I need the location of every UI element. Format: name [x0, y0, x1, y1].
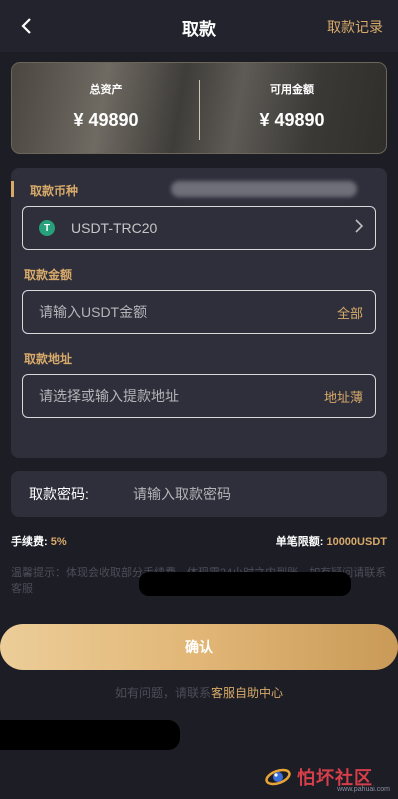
customer-service-link[interactable]: 客服自助中心	[211, 686, 283, 700]
redaction-bar	[139, 572, 351, 596]
total-assets-value: ¥ 49890	[73, 110, 139, 130]
address-input[interactable]: 请选择或输入提款地址 地址薄	[22, 374, 376, 418]
total-assets: 总资产 ¥ 49890	[31, 81, 181, 131]
fee-row: 手续费: 5% 单笔限额: 10000USDT	[11, 533, 387, 549]
withdraw-records-link[interactable]: 取款记录	[327, 17, 383, 37]
fee-info: 手续费: 5%	[11, 533, 67, 549]
usdt-coin-icon: T	[39, 220, 55, 236]
address-label: 取款地址	[24, 352, 73, 366]
top-bar: 取款 取款记录	[0, 0, 398, 52]
password-input[interactable]	[133, 486, 353, 502]
limit-value: 10000USDT	[326, 536, 387, 548]
all-amount-button[interactable]: 全部	[337, 303, 363, 322]
address-placeholder: 请选择或输入提款地址	[39, 388, 179, 404]
blurred-text	[171, 181, 357, 197]
fee-value: 5%	[50, 536, 67, 548]
help-prefix: 如有问题，请联系	[114, 686, 211, 700]
redaction-bar	[0, 720, 180, 750]
password-label: 取款密码:	[29, 486, 89, 502]
help-line: 如有问题，请联系客服自助中心	[0, 684, 398, 701]
available-balance-label: 可用金额	[270, 84, 314, 96]
amount-label: 取款金额	[24, 268, 73, 282]
total-assets-label: 总资产	[89, 84, 123, 96]
address-book-button[interactable]: 地址薄	[324, 387, 363, 406]
password-row: 取款密码:	[11, 471, 387, 517]
currency-select[interactable]: T USDT-TRC20	[22, 206, 376, 250]
limit-label: 单笔限额:	[275, 536, 324, 548]
confirm-button[interactable]: 确认	[0, 624, 398, 670]
amount-input[interactable]: 请输入USDT金额 全部	[22, 290, 376, 334]
chevron-right-icon	[355, 218, 364, 238]
balance-divider	[199, 80, 200, 140]
available-balance-value: ¥ 49890	[259, 110, 325, 130]
limit-info: 单笔限额: 10000USDT	[276, 533, 387, 549]
fee-label: 手续费:	[11, 536, 48, 548]
balance-card: 总资产 ¥ 49890 可用金额 ¥ 49890	[11, 62, 387, 154]
watermark-logo: 怕坏社区 www.pahuai.com	[265, 762, 390, 793]
watermark-url: www.pahuai.com	[337, 786, 390, 793]
amount-placeholder: 请输入USDT金额	[39, 304, 148, 320]
section-accent-bar	[11, 181, 14, 197]
available-balance: 可用金额 ¥ 49890	[217, 81, 367, 131]
currency-label: 取款币种	[30, 184, 79, 198]
currency-value: USDT-TRC20	[71, 220, 158, 236]
withdraw-form: 取款币种 T USDT-TRC20 取款金额 请输入USDT金额 全部 取款地址…	[11, 168, 387, 458]
watermark-logo-icon	[265, 766, 291, 788]
